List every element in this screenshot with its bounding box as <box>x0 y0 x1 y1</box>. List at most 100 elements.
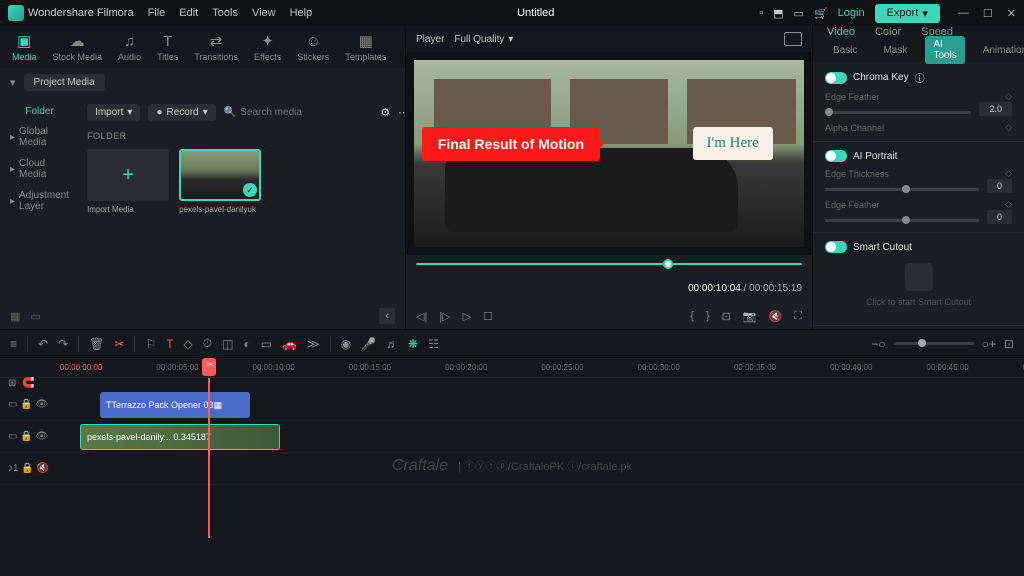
close-icon[interactable]: ✕ <box>1007 7 1016 20</box>
snapshot-icon[interactable]: 📷 <box>743 310 757 323</box>
quality-dropdown[interactable]: Full Quality ▾ <box>454 34 513 45</box>
stop-icon[interactable]: ☐ <box>483 310 493 323</box>
tab-effects[interactable]: ✦Effects <box>254 32 281 62</box>
save-icon[interactable]: ▫ <box>759 7 763 19</box>
tl-redo-icon[interactable]: ↷ <box>58 337 68 351</box>
zoom-slider[interactable] <box>894 342 974 345</box>
tl-ai-icon[interactable]: ❋ <box>408 337 418 351</box>
ruler-mark: 00:00:40:00 <box>830 363 872 372</box>
tl-mask-icon[interactable]: ◉ <box>341 337 351 351</box>
tl-undo-icon[interactable]: ↶ <box>38 337 48 351</box>
video-clip[interactable]: pexels-pavel-danily... 0.345187 <box>80 424 280 450</box>
feather-value[interactable]: 2.0 <box>979 102 1012 116</box>
project-media-dropdown[interactable]: Project Media <box>24 74 105 91</box>
sidebar-global[interactable]: ▸ Global Media <box>0 121 79 153</box>
subtab-animation[interactable]: Animation <box>975 42 1024 59</box>
folder-label[interactable]: Folder <box>0 102 79 121</box>
tab-media[interactable]: ▣Media <box>12 32 37 62</box>
mute-icon[interactable]: 🔇 <box>769 310 783 323</box>
tab-transitions[interactable]: ⇄Transitions <box>194 32 238 62</box>
folder-icon[interactable]: ▭ <box>30 310 40 323</box>
grid-icon[interactable]: ▦ <box>10 310 20 323</box>
cloud-icon[interactable]: ⬒ <box>773 7 783 20</box>
gallery-icon[interactable] <box>784 32 802 46</box>
prev-frame-icon[interactable]: ◁| <box>416 310 427 323</box>
tl-color-icon[interactable]: ◐ <box>244 337 251 351</box>
titles-icon: T <box>159 32 177 50</box>
minimize-icon[interactable]: — <box>958 7 969 20</box>
plus-icon: + <box>122 164 134 187</box>
tl-screen-icon[interactable]: ▭ <box>261 337 272 351</box>
menu-file[interactable]: File <box>148 7 166 19</box>
tl-magnet-icon[interactable]: 🧲 <box>22 378 34 389</box>
import-button[interactable]: Import ▾ <box>87 104 140 121</box>
tl-cut-icon[interactable]: ✂ <box>114 337 124 351</box>
zoom-out-icon[interactable]: −○ <box>871 337 885 351</box>
screen-icon[interactable]: ⊡ <box>722 310 731 323</box>
tab-titles[interactable]: TTitles <box>157 32 178 62</box>
feather2-slider[interactable] <box>825 219 979 222</box>
feather-slider[interactable] <box>825 111 971 114</box>
rtab-video[interactable]: Video <box>827 26 855 38</box>
menu-tools[interactable]: Tools <box>212 7 238 19</box>
search-input[interactable] <box>240 107 372 118</box>
filter-icon[interactable]: ⚙ <box>380 106 390 119</box>
tl-audio-icon[interactable]: ♬ <box>386 337 398 351</box>
record-button[interactable]: ● Record ▾ <box>148 104 215 121</box>
media-thumbnail[interactable]: ✓ pexels-pavel-danilyuk <box>179 149 261 214</box>
sidebar-adjustment[interactable]: ▸ Adjustment Layer <box>0 185 79 217</box>
mark-out-icon[interactable]: } <box>706 310 710 322</box>
tl-fit-icon[interactable]: ⊞ <box>8 378 16 389</box>
subtab-basic[interactable]: Basic <box>825 42 865 59</box>
tl-marker-icon[interactable]: ⚐ <box>145 337 156 351</box>
next-frame-icon[interactable]: |▷ <box>439 310 450 323</box>
tab-stickers[interactable]: ☺Stickers <box>297 32 329 62</box>
menu-view[interactable]: View <box>252 7 276 19</box>
tl-speed-icon[interactable]: ⏱ <box>203 336 212 351</box>
tl-layers-icon[interactable]: ≡ <box>10 337 17 351</box>
tab-audio[interactable]: ♫Audio <box>118 32 141 62</box>
sidebar-cloud[interactable]: ▸ Cloud Media <box>0 153 79 185</box>
rtab-color[interactable]: Color <box>875 26 901 38</box>
cutout-start[interactable]: Click to start Smart Cutout <box>825 253 1012 317</box>
cutout-toggle[interactable] <box>825 241 847 253</box>
tl-mixer-icon[interactable]: ☷ <box>428 337 439 351</box>
display-icon[interactable]: ▭ <box>794 7 804 20</box>
fullscreen-icon[interactable]: ⛶ <box>794 310 802 323</box>
playhead[interactable]: ✂ <box>208 378 210 538</box>
templates-icon: ▦ <box>357 32 375 50</box>
zoom-in-icon[interactable]: ○+ <box>982 337 996 351</box>
menu-help[interactable]: Help <box>290 7 313 19</box>
mark-in-icon[interactable]: { <box>690 310 694 322</box>
tl-keyframe-icon[interactable]: ◇ <box>184 337 193 351</box>
ruler-mark: 00:00:35:00 <box>734 363 776 372</box>
collapse-icon[interactable]: ‹ <box>379 308 395 324</box>
import-media-button[interactable]: + Import Media <box>87 149 169 214</box>
tab-templates[interactable]: ▦Templates <box>345 32 386 62</box>
chroma-toggle[interactable] <box>825 72 847 84</box>
preview-viewport[interactable]: Final Result of Motion I'm Here <box>406 52 812 255</box>
tl-crop-icon[interactable]: ◫ <box>222 337 233 351</box>
title-clip[interactable]: T Terrazzo Pack Opener 03 ▦ <box>100 392 250 418</box>
scrub-bar[interactable] <box>416 263 802 266</box>
login-button[interactable]: Login <box>838 7 865 19</box>
zoom-fit-icon[interactable]: ⊡ <box>1004 337 1014 351</box>
tab-stock[interactable]: ☁Stock Media <box>53 32 103 62</box>
play-icon[interactable]: ▷ <box>463 310 471 323</box>
maximize-icon[interactable]: ☐ <box>983 7 993 20</box>
menu-edit[interactable]: Edit <box>179 7 198 19</box>
tl-more-icon[interactable]: ≫ <box>307 337 320 351</box>
tl-mic-icon[interactable]: 🎤 <box>361 337 376 351</box>
annotation-callout: Final Result of Motion <box>422 127 600 161</box>
media-icon: ▣ <box>15 32 33 50</box>
tl-delete-icon[interactable]: 🗑 <box>89 337 104 351</box>
subtab-aitools[interactable]: AI Tools <box>925 36 964 64</box>
subtab-mask[interactable]: Mask <box>875 42 915 59</box>
player-label[interactable]: Player <box>416 34 444 45</box>
cart-icon[interactable]: 🛒 <box>814 7 828 20</box>
portrait-toggle[interactable] <box>825 150 847 162</box>
thickness-slider[interactable] <box>825 188 979 191</box>
export-button[interactable]: Export ▾ <box>875 4 940 23</box>
tl-car-icon[interactable]: 🚗 <box>282 337 297 351</box>
tl-text-icon[interactable]: T <box>166 337 173 351</box>
